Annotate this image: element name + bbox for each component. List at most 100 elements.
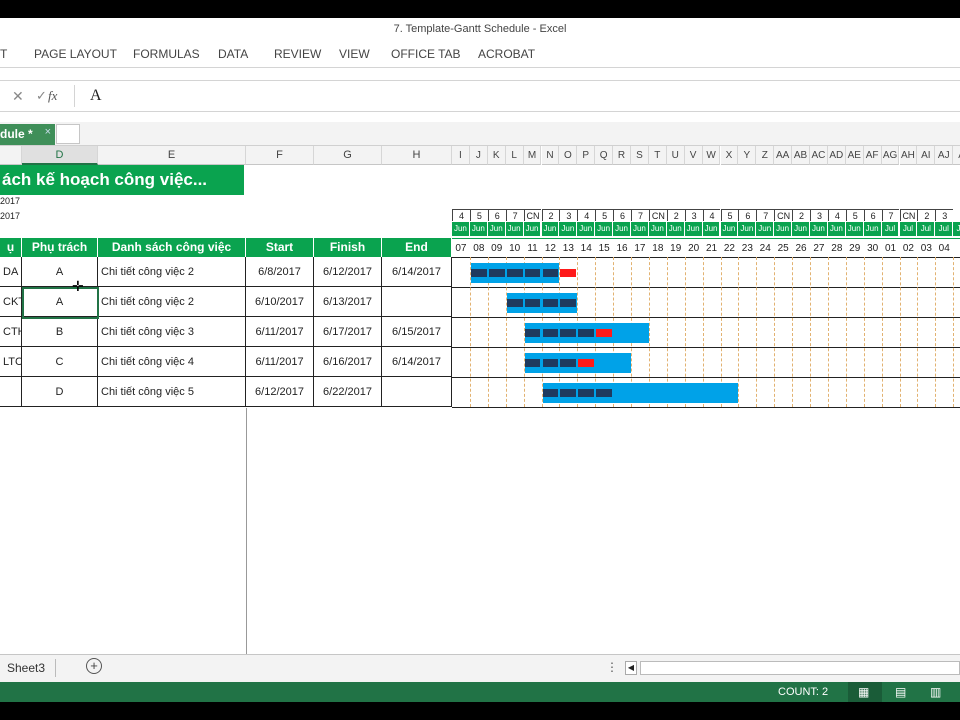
cell-task[interactable]: Chi tiết công việc 2 [98, 257, 246, 287]
ribbon-tab-acrobat[interactable]: ACROBAT [478, 47, 535, 61]
column-header[interactable]: Z [756, 146, 775, 165]
day-number: 14 [580, 243, 592, 254]
day-gridline [738, 257, 740, 407]
ribbon-tab-view[interactable]: VIEW [339, 47, 370, 61]
day-number: 30 [867, 243, 879, 254]
cell-start[interactable]: 6/11/2017 [246, 317, 314, 347]
column-header[interactable]: N [541, 146, 560, 165]
formula-input[interactable]: A [90, 87, 102, 105]
column-header[interactable]: G [314, 146, 382, 165]
column-header[interactable]: V [684, 146, 703, 165]
month-label: Jun [792, 222, 810, 236]
cell-task[interactable]: Chi tiết công việc 4 [98, 347, 246, 377]
column-header[interactable]: L [505, 146, 524, 165]
cell-owner[interactable]: D [22, 377, 98, 407]
column-header[interactable]: P [577, 146, 596, 165]
column-header[interactable]: X [720, 146, 739, 165]
cell-end[interactable] [382, 377, 452, 407]
column-header[interactable]: H [382, 146, 452, 165]
cell-code[interactable]: DA [0, 257, 22, 287]
column-header[interactable]: K [487, 146, 506, 165]
weekday-label: 7 [631, 209, 649, 221]
cell-start[interactable]: 6/11/2017 [246, 347, 314, 377]
ribbon-tab-review[interactable]: REVIEW [274, 47, 321, 61]
column-header[interactable]: Y [738, 146, 757, 165]
ribbon-tab-office-tab[interactable]: OFFICE TAB [391, 47, 461, 61]
column-header[interactable]: AJ [935, 146, 954, 165]
cell-start[interactable]: 6/12/2017 [246, 377, 314, 407]
column-header[interactable]: AD [827, 146, 846, 165]
column-header[interactable]: Q [595, 146, 614, 165]
day-number: 23 [741, 243, 753, 254]
gantt-overdue-segment [596, 329, 613, 337]
column-header[interactable]: AB [792, 146, 810, 165]
cell-code[interactable] [0, 377, 22, 407]
ribbon-tab-insert[interactable]: T [0, 47, 7, 61]
cell-finish[interactable]: 6/16/2017 [314, 347, 382, 377]
column-header[interactable]: U [666, 146, 685, 165]
normal-view-icon[interactable]: ▦ [858, 685, 869, 699]
cell-finish[interactable]: 6/12/2017 [314, 257, 382, 287]
close-icon[interactable]: × [45, 126, 51, 138]
column-header[interactable]: A [953, 146, 960, 165]
cell-end[interactable]: 6/14/2017 [382, 347, 452, 377]
cell-code[interactable]: CKT [0, 287, 22, 317]
cell-owner[interactable]: B [22, 317, 98, 347]
fx-icon[interactable]: fx [48, 88, 57, 104]
column-header[interactable]: M [523, 146, 542, 165]
cell-finish[interactable]: 6/13/2017 [314, 287, 382, 317]
page-break-view-icon[interactable]: ▥ [930, 685, 941, 699]
column-header[interactable]: T [648, 146, 667, 165]
cell-start[interactable]: 6/8/2017 [246, 257, 314, 287]
column-header[interactable]: AI [917, 146, 936, 165]
sheet-tab-sheet3[interactable]: Sheet3 [7, 661, 45, 675]
weekday-label: 4 [452, 209, 470, 221]
column-header[interactable]: F [246, 146, 314, 165]
column-header[interactable]: AA [774, 146, 793, 165]
cell-task[interactable]: Chi tiết công việc 2 [98, 287, 246, 317]
cell-owner[interactable]: A [22, 257, 98, 287]
column-header[interactable]: O [559, 146, 578, 165]
add-sheet-icon[interactable]: + [86, 658, 102, 674]
column-header[interactable]: I [452, 146, 470, 165]
title-bar: 7. Template-Gantt Schedule - Excel [0, 18, 960, 42]
new-doc-tab[interactable] [56, 124, 80, 144]
ribbon-tab-formulas[interactable]: FORMULAS [133, 47, 200, 61]
cell-finish[interactable]: 6/22/2017 [314, 377, 382, 407]
doc-tab-gantt[interactable]: dule * × [0, 124, 55, 145]
cell-code[interactable]: LTC [0, 347, 22, 377]
column-header[interactable]: W [702, 146, 721, 165]
more-options-icon[interactable]: ⋮ [606, 660, 618, 674]
column-header[interactable]: S [631, 146, 649, 165]
cell-code[interactable]: CTH [0, 317, 22, 347]
cell-end[interactable]: 6/15/2017 [382, 317, 452, 347]
column-header[interactable]: AE [845, 146, 864, 165]
worksheet-grid[interactable]: D E F G H I J K L M N O P Q R S T U V W X Y Z AA AB AC AD AE AF AG AH A… [0, 146, 960, 654]
column-header[interactable]: J [469, 146, 488, 165]
column-header[interactable]: AF [863, 146, 882, 165]
page-layout-view-icon[interactable]: ▤ [895, 685, 906, 699]
column-header[interactable]: AC [810, 146, 828, 165]
cell-finish[interactable]: 6/17/2017 [314, 317, 382, 347]
column-header[interactable]: R [613, 146, 631, 165]
x-icon[interactable]: ✕ [12, 88, 24, 105]
column-header[interactable]: D [22, 146, 98, 165]
day-number: 10 [509, 243, 521, 254]
horizontal-scrollbar[interactable] [640, 661, 960, 675]
check-icon[interactable]: ✓ [36, 88, 47, 104]
gantt-overdue-segment [578, 359, 595, 367]
column-header[interactable]: E [98, 146, 246, 165]
column-header[interactable]: AH [899, 146, 918, 165]
column-header[interactable]: AG [881, 146, 900, 165]
ribbon-tab-page-layout[interactable]: PAGE LAYOUT [34, 47, 117, 61]
column-header[interactable] [0, 146, 22, 165]
cell-end[interactable]: 6/14/2017 [382, 257, 452, 287]
cell-task[interactable]: Chi tiết công việc 3 [98, 317, 246, 347]
gantt-progress-segment [524, 299, 541, 307]
cell-task[interactable]: Chi tiết công việc 5 [98, 377, 246, 407]
cell-owner[interactable]: C [22, 347, 98, 377]
ribbon-tab-data[interactable]: DATA [218, 47, 248, 61]
scroll-left-icon[interactable]: ◀ [625, 661, 637, 675]
cell-start[interactable]: 6/10/2017 [246, 287, 314, 317]
cell-end[interactable] [382, 287, 452, 317]
